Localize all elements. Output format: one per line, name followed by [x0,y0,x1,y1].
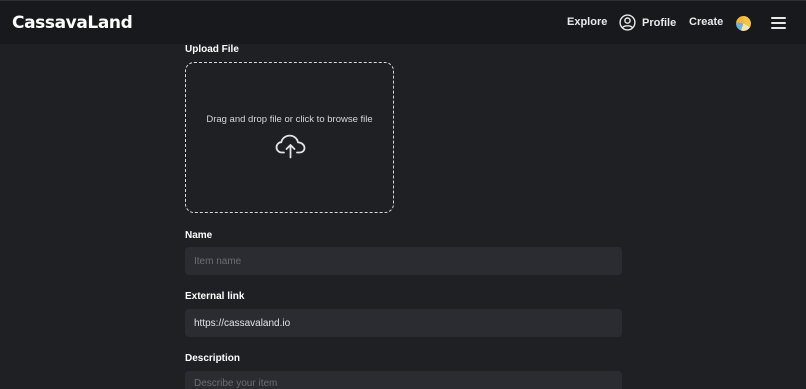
menu-bar [771,27,786,29]
menu-bar [771,22,786,24]
upload-file-label: Upload File [185,44,239,55]
external-link-label: External link [185,291,245,302]
name-label: Name [185,230,213,241]
item-name-input[interactable] [185,247,622,275]
nav-create-link[interactable]: Create [689,16,723,28]
user-circle-icon [619,14,636,31]
external-link-input[interactable] [185,309,622,337]
description-label: Description [185,353,241,364]
nav-explore-link[interactable]: Explore [567,16,607,28]
logo[interactable]: CassavaLand [12,13,133,33]
dropzone-prompt: Drag and drop file or click to browse fi… [206,114,373,125]
nav-profile-link[interactable]: Profile [619,14,676,31]
description-textarea[interactable] [185,371,622,389]
menu-bar [771,17,786,19]
hamburger-menu-icon[interactable] [771,17,786,29]
top-navbar: CassavaLand Explore Profile Create [0,0,806,44]
page: CassavaLand Explore Profile Create Uploa… [0,0,806,389]
nav-profile-label: Profile [642,16,677,29]
file-dropzone[interactable]: Drag and drop file or click to browse fi… [185,62,394,213]
wallet-avatar-icon[interactable] [736,16,751,31]
cloud-upload-icon [274,133,307,159]
